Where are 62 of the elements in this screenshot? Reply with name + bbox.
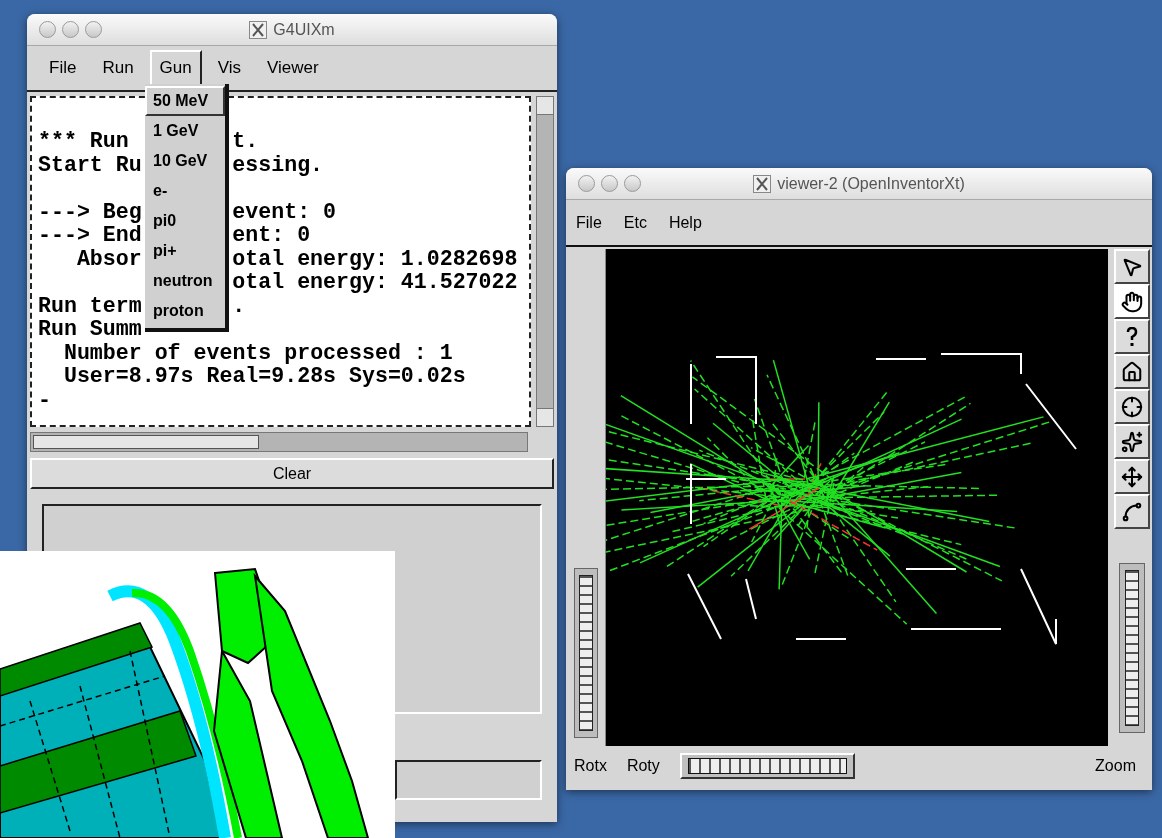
menu-option[interactable]: e- [145,176,225,206]
command-field[interactable] [395,760,542,800]
menu-option[interactable]: 50 MeV [145,86,225,116]
wheel-label: Roty [626,756,660,776]
output-text: otal energy: 1.0282698 [232,247,518,271]
menu-option[interactable]: neutron [145,266,225,296]
menu-option[interactable]: pi0 [145,206,225,236]
wheel-label: Rotx [574,756,607,776]
output-text: . [232,294,246,318]
output-text: - [38,388,51,412]
menu-item[interactable]: File [576,210,602,235]
output-text: t. [232,130,259,154]
toolbar-button[interactable] [1113,494,1150,529]
output-text: Run Summ [38,318,142,342]
window-icon [249,20,268,39]
menu-option[interactable]: pi+ [145,236,225,266]
output-text: Absor [75,246,142,271]
output-text: Start Ru [38,152,142,177]
toolbar-button[interactable] [1113,354,1150,389]
menu-option[interactable]: 10 GeV [145,146,225,176]
vertical-scrollbar[interactable] [536,96,554,427]
output-text: Run term [38,293,142,318]
output-text: essing. [232,153,324,177]
menu-option[interactable]: 1 GeV [145,116,225,146]
toolbar-button[interactable] [1113,319,1150,354]
crosshair-icon [1120,395,1143,418]
3d-viewport[interactable] [606,249,1108,746]
output-text: ent: 0 [232,224,311,248]
output-text: otal energy: 41.527022 [232,271,518,295]
output-text: ---> End [38,223,142,247]
toolbar-button[interactable] [1113,459,1150,494]
menu-item[interactable]: Viewer [257,50,329,86]
menu-item[interactable]: Etc [623,210,647,235]
move-icon [1120,465,1143,488]
menu-item[interactable]: Vis [207,50,252,86]
toolbar-button[interactable] [1113,284,1150,319]
wheel-label: Zoom [1095,756,1136,776]
horizontal-scrollbar[interactable] [30,432,528,452]
thumbwheel[interactable] [1118,563,1145,733]
output-text: User=8.97s Real=9.28s Sys=0.02s [62,365,466,389]
output-text: event: 0 [232,200,337,224]
menu-item[interactable]: Help [668,210,702,235]
toolbar-button[interactable] [1113,424,1150,459]
thumbwheel[interactable] [573,568,598,738]
question-icon [1125,326,1138,347]
window-title: G4UIXm [273,19,335,40]
clear-button[interactable]: Clear [30,458,554,489]
window-icon [753,174,772,193]
toolbar-button[interactable] [1113,249,1150,284]
menu-item[interactable]: Run [92,50,144,86]
output-text: Number of events processed : 1 [62,341,453,365]
toolbar-button[interactable] [1113,389,1150,424]
hand-icon [1120,290,1143,313]
output-text: *** Run [38,129,129,153]
home-icon [1120,360,1143,383]
curve-icon [1120,500,1143,523]
menu-item[interactable]: Gun [149,50,202,86]
menu-option[interactable]: proton [145,296,225,326]
output-text: ---> Beg [38,199,142,224]
sparkle-icon [1120,430,1143,453]
menu-item[interactable]: File [39,50,87,86]
window-title: viewer-2 (OpenInventorXt) [777,173,965,194]
